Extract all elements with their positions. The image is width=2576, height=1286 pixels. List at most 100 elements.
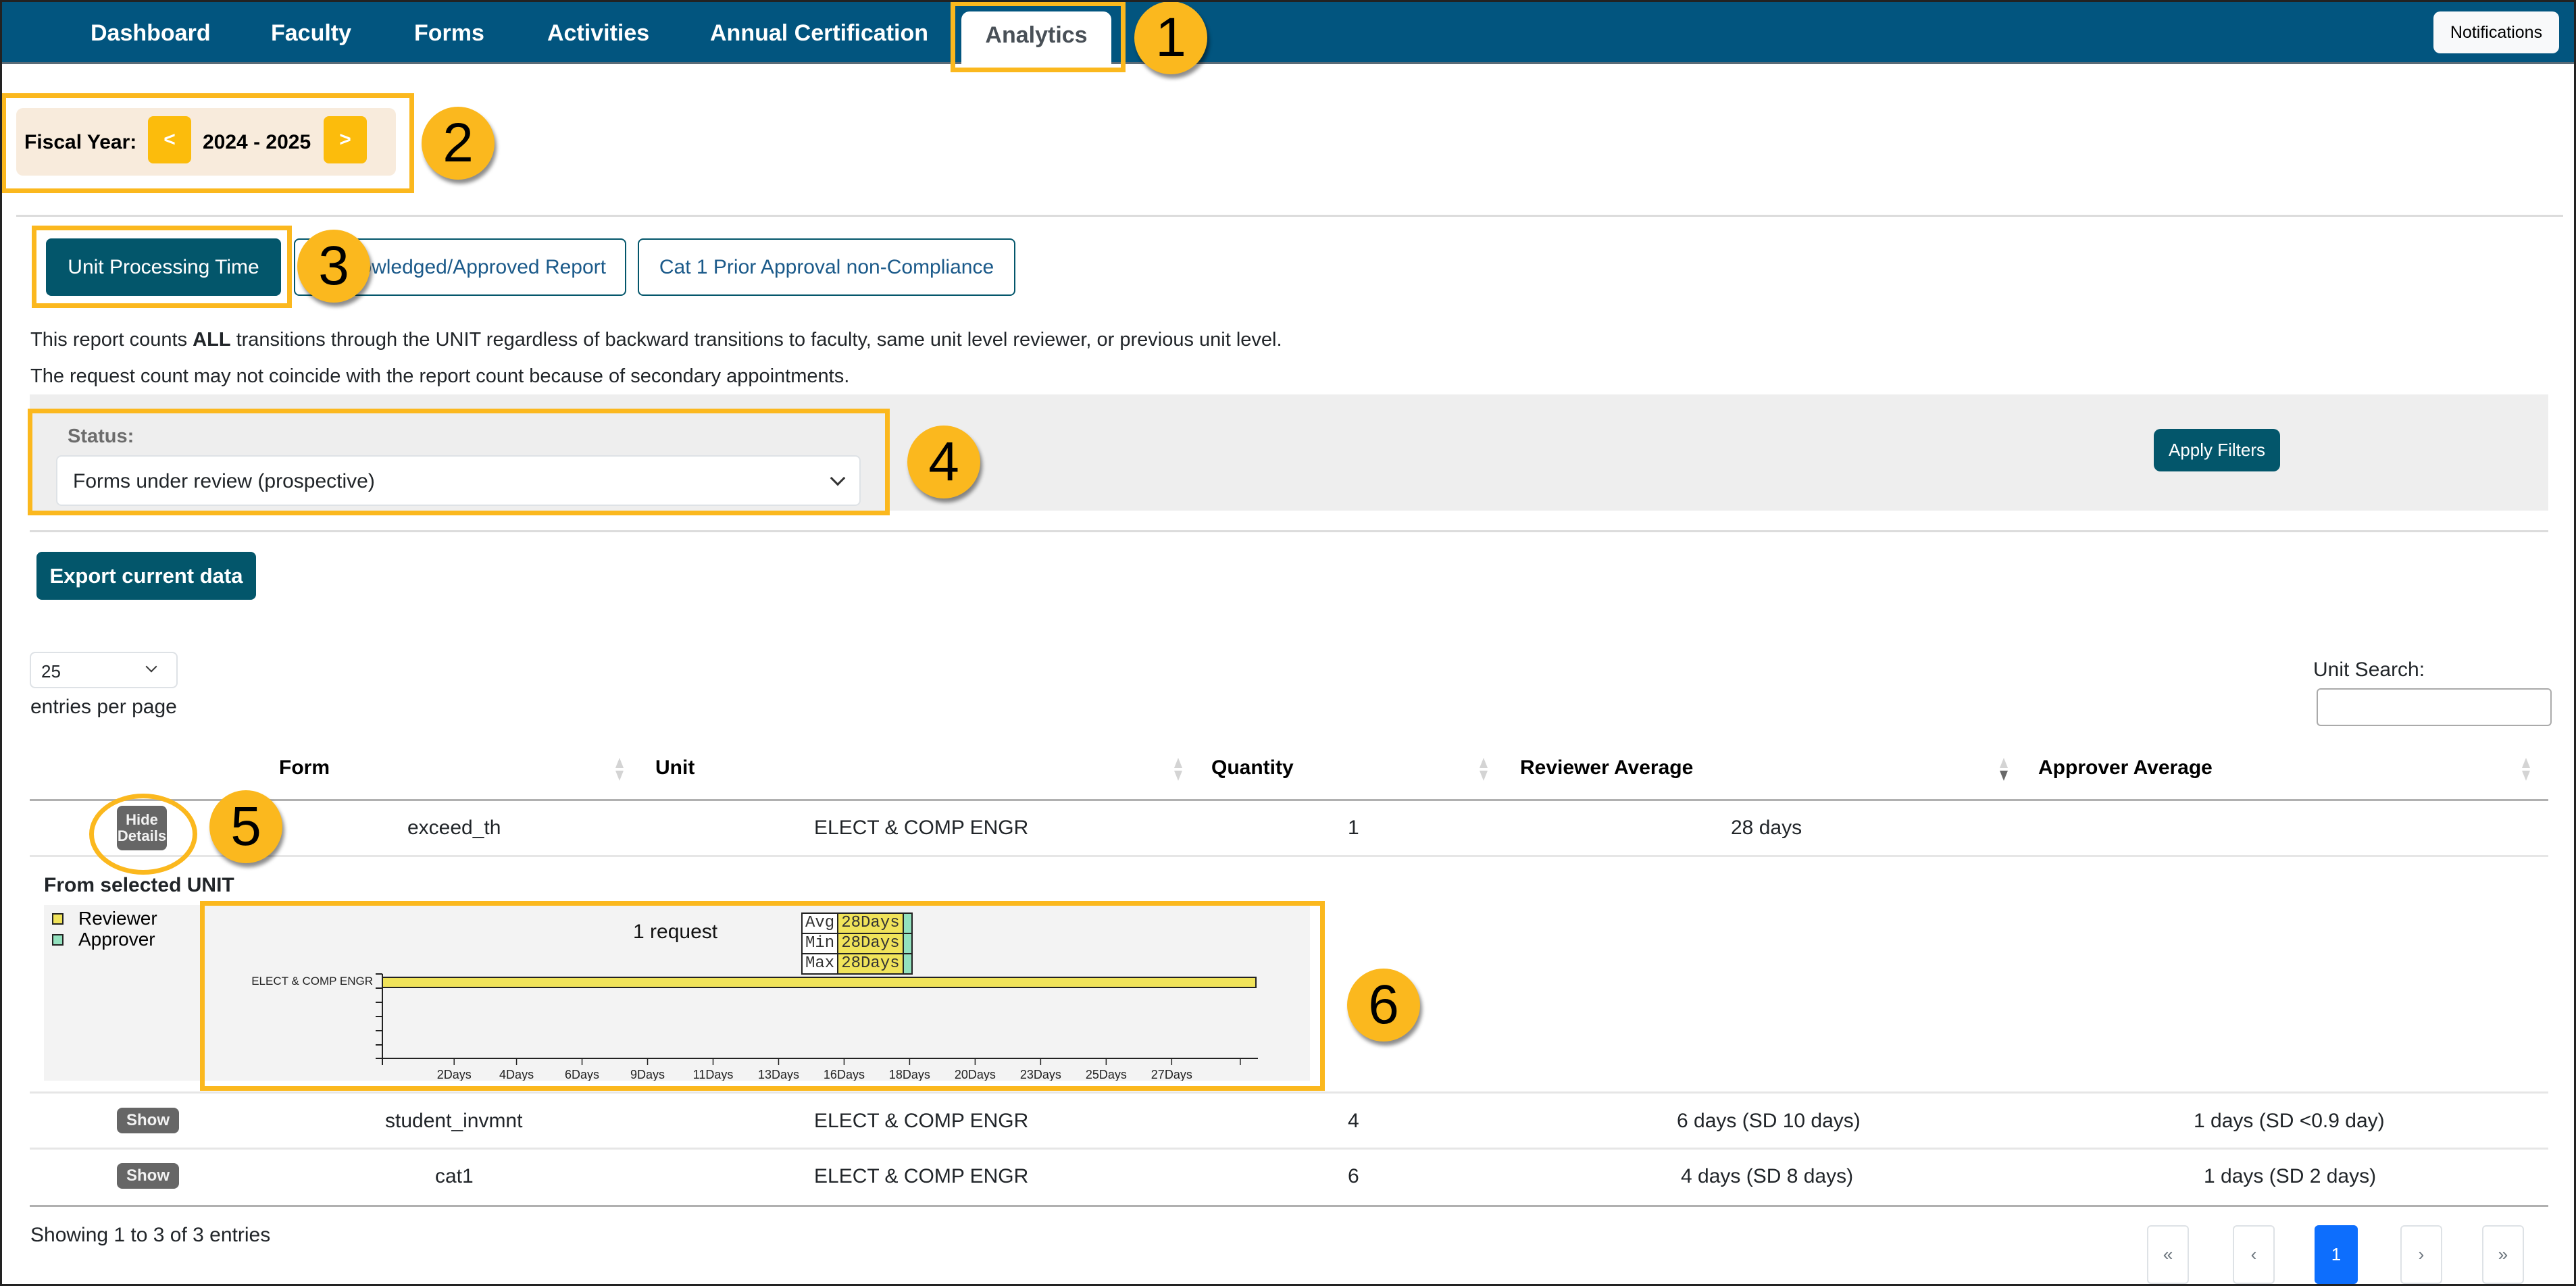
top-navigation-bar: Dashboard Faculty Forms Activities Annua… xyxy=(0,0,2576,64)
x-tick-label: 25Days xyxy=(1086,1068,1127,1081)
details-title: From selected UNIT xyxy=(44,874,234,896)
x-tick-label: 20Days xyxy=(955,1068,996,1081)
chevron-down-icon xyxy=(830,470,846,486)
entries-per-page-value: 25 xyxy=(41,661,61,681)
chart-title: 1 request xyxy=(633,921,718,943)
show-details-button[interactable]: Show xyxy=(117,1163,179,1189)
fiscal-year-value: 2024 - 2025 xyxy=(203,131,311,153)
stats-key: Avg xyxy=(801,912,839,934)
sort-icon[interactable] xyxy=(1174,758,1182,781)
row-divider xyxy=(30,855,2548,857)
pagination-next[interactable]: › xyxy=(2400,1225,2442,1284)
y-tick-label: ELECT & COMP ENGR xyxy=(251,975,373,987)
stats-reviewer-value: 28Days xyxy=(837,933,904,954)
showing-entries-info: Showing 1 to 3 of 3 entries xyxy=(30,1224,271,1246)
column-header-form[interactable]: Form xyxy=(279,756,330,779)
fiscal-year-prev-button[interactable]: < xyxy=(148,116,191,163)
table-header-divider xyxy=(30,799,2548,801)
nav-faculty[interactable]: Faculty xyxy=(271,20,351,47)
pagination-page-1[interactable]: 1 xyxy=(2315,1225,2358,1284)
cell-quantity: 6 xyxy=(1348,1165,1359,1187)
report-note: The request count may not coincide with … xyxy=(30,365,850,387)
callout-badge-1: 1 xyxy=(1134,1,1207,74)
cell-approver-average: 1 days (SD <0.9 day) xyxy=(2194,1110,2385,1132)
sort-icon[interactable] xyxy=(2522,758,2530,781)
nav-activities[interactable]: Activities xyxy=(547,20,649,47)
pagination-last[interactable]: » xyxy=(2482,1225,2524,1284)
x-tick-label: 11Days xyxy=(693,1068,734,1081)
fiscal-year-selector: Fiscal Year: < 2024 - 2025 > xyxy=(16,108,396,176)
sort-icon[interactable] xyxy=(1480,758,1488,781)
pagination-prev[interactable]: ‹ xyxy=(2233,1225,2275,1284)
processing-time-chart: ELECT & COMP ENGR 2Days 4Days 6Days 9Days 11D… xyxy=(202,905,1310,1081)
nav-analytics[interactable]: Analytics xyxy=(961,11,1111,64)
tab-unit-processing-time[interactable]: Unit Processing Time xyxy=(46,238,281,296)
nav-dashboard[interactable]: Dashboard xyxy=(91,20,211,47)
cell-form: cat1 xyxy=(435,1165,474,1187)
divider xyxy=(30,530,2548,532)
stats-row-max: Max 28Days xyxy=(801,953,913,975)
x-tick-label: 27Days xyxy=(1151,1068,1192,1081)
legend-label-approver: Approver xyxy=(78,929,155,950)
callout-badge-6: 6 xyxy=(1347,969,1420,1041)
fiscal-year-label: Fiscal Year: xyxy=(24,131,137,153)
unit-search-input[interactable] xyxy=(2317,688,2552,726)
stats-approver-value xyxy=(902,912,913,934)
chart-legend: Reviewer Approver xyxy=(44,905,202,1081)
entries-per-page-select[interactable]: 25 xyxy=(30,652,178,688)
cell-reviewer-average: 6 days (SD 10 days) xyxy=(1677,1110,1861,1132)
description-emphasis: ALL xyxy=(193,329,231,351)
status-select-value: Forms under review (prospective) xyxy=(73,470,375,492)
x-tick-label: 16Days xyxy=(824,1068,865,1081)
x-tick-label: 18Days xyxy=(889,1068,930,1081)
stats-key: Max xyxy=(801,953,839,975)
show-details-button[interactable]: Show xyxy=(117,1108,179,1133)
stats-reviewer-value: 28Days xyxy=(837,912,904,934)
export-current-data-button[interactable]: Export current data xyxy=(36,552,256,600)
description-text: This report counts xyxy=(30,329,193,351)
column-header-approver-average[interactable]: Approver Average xyxy=(2038,756,2213,779)
cell-reviewer-average: 4 days (SD 8 days) xyxy=(1681,1165,1854,1187)
report-description: This report counts ALL transitions throu… xyxy=(30,329,1282,351)
hide-details-button[interactable]: Hide Details xyxy=(117,806,167,850)
table-bottom-divider xyxy=(30,1205,2548,1207)
bar-reviewer xyxy=(382,977,1257,988)
cell-unit: ELECT & COMP ENGR xyxy=(814,1165,1029,1187)
cell-form: student_invmnt xyxy=(385,1110,523,1132)
sort-icon[interactable] xyxy=(615,758,624,781)
nav-forms[interactable]: Forms xyxy=(414,20,484,47)
tab-cat1-prior-approval[interactable]: Cat 1 Prior Approval non-Compliance xyxy=(638,238,1015,296)
callout-badge-5: 5 xyxy=(209,790,282,863)
entries-per-page-label: entries per page xyxy=(30,696,177,718)
fiscal-year-next-button[interactable]: > xyxy=(324,116,367,163)
sort-descending-icon[interactable] xyxy=(2000,758,2008,781)
notifications-button[interactable]: Notifications xyxy=(2433,11,2559,53)
callout-badge-2: 2 xyxy=(422,107,495,180)
cell-reviewer-average: 28 days xyxy=(1731,817,1802,839)
nav-annual-certification[interactable]: Annual Certification xyxy=(710,20,928,47)
stats-row-min: Min 28Days xyxy=(801,933,913,954)
chevron-down-icon xyxy=(145,661,157,673)
cell-form: exceed_th xyxy=(407,817,501,839)
legend-swatch-reviewer xyxy=(52,913,64,925)
apply-filters-button[interactable]: Apply Filters xyxy=(2154,429,2280,471)
nav-analytics-label: Analytics xyxy=(985,22,1088,48)
legend-label-reviewer: Reviewer xyxy=(78,908,157,929)
pagination-first[interactable]: « xyxy=(2147,1225,2189,1284)
stats-key: Min xyxy=(801,933,839,954)
unit-search-label: Unit Search: xyxy=(2313,659,2425,681)
callout-badge-3: 3 xyxy=(297,230,370,303)
column-header-unit[interactable]: Unit xyxy=(655,756,694,779)
row-divider xyxy=(30,1091,2548,1094)
callout-badge-4: 4 xyxy=(907,426,980,498)
x-tick-label: 2Days xyxy=(437,1068,472,1081)
legend-swatch-approver xyxy=(52,934,64,946)
stats-reviewer-value: 28Days xyxy=(837,953,904,975)
status-select[interactable]: Forms under review (prospective) xyxy=(56,455,861,506)
column-header-quantity[interactable]: Quantity xyxy=(1211,756,1294,779)
stats-approver-value xyxy=(902,953,913,975)
column-header-reviewer-average[interactable]: Reviewer Average xyxy=(1520,756,1693,779)
cell-unit: ELECT & COMP ENGR xyxy=(814,817,1029,839)
status-label: Status: xyxy=(68,426,134,447)
divider xyxy=(16,215,2563,217)
